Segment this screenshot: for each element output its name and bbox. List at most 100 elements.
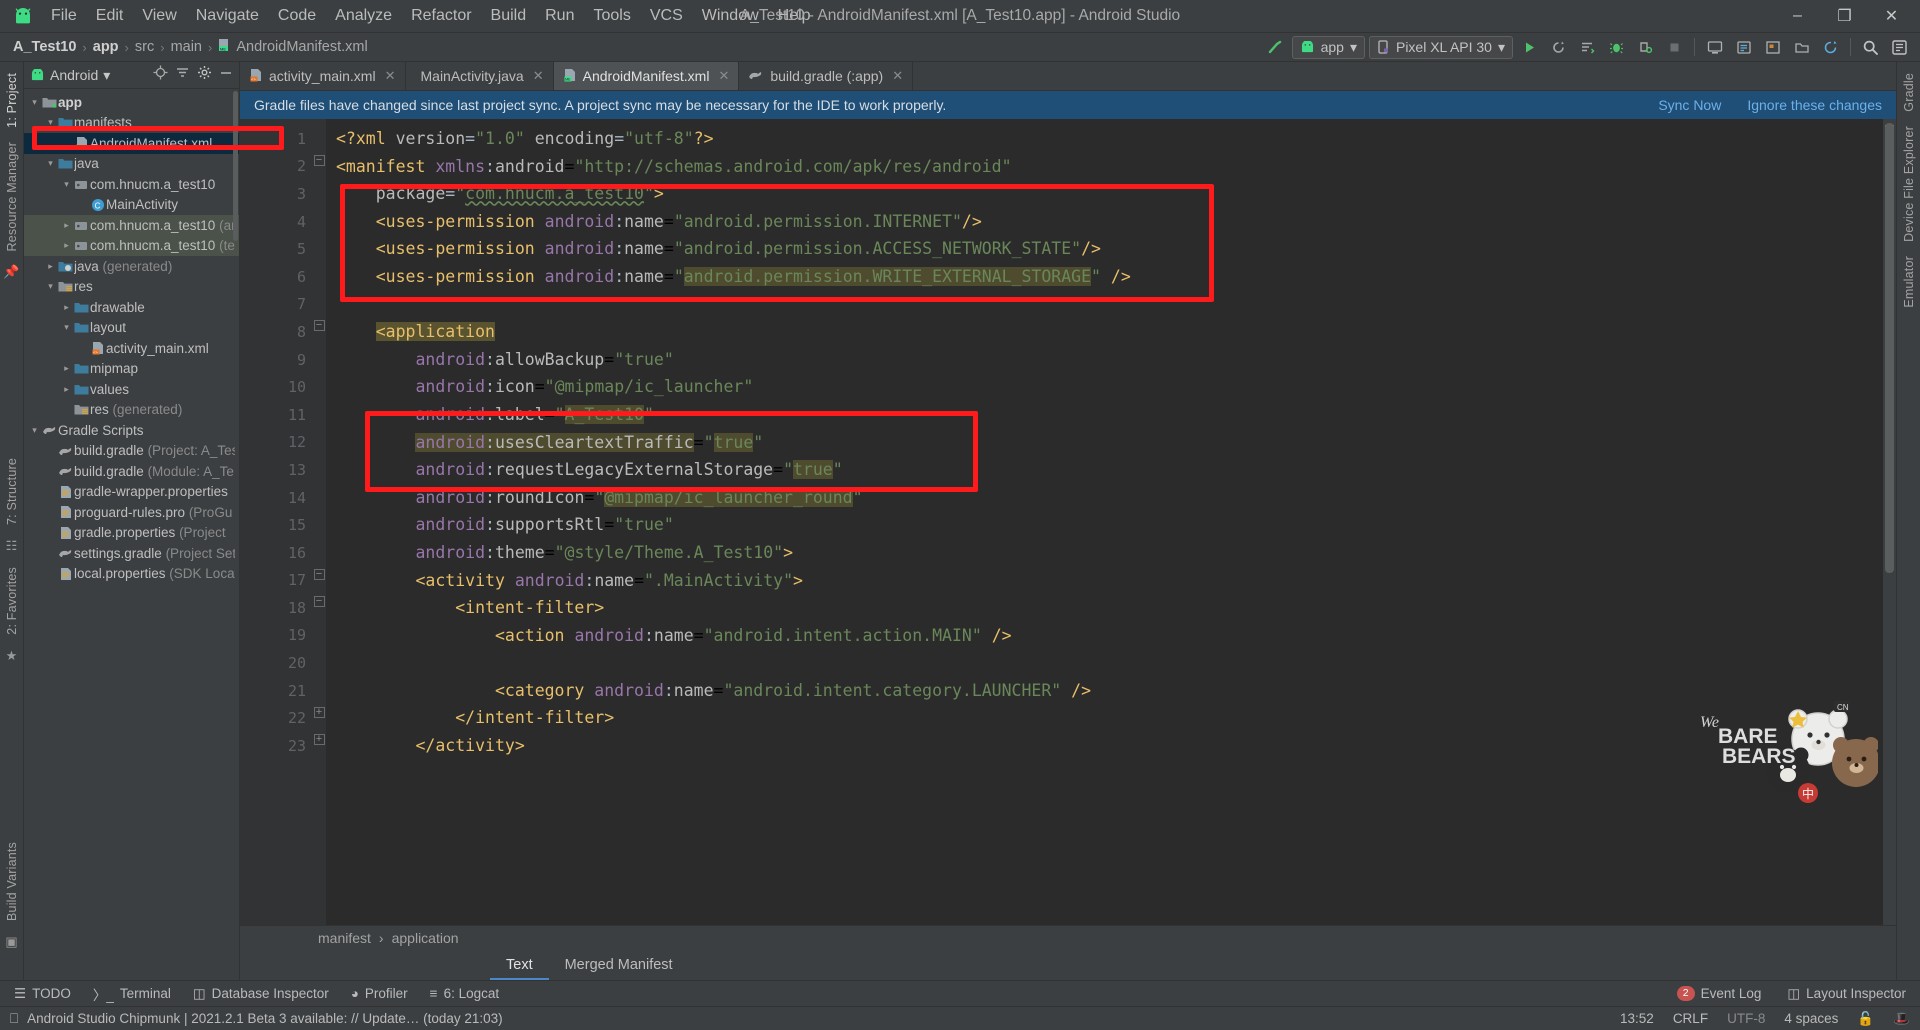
code-line[interactable]: <activity android:name=".MainActivity">	[326, 567, 1883, 595]
line-number[interactable]: 23	[240, 732, 312, 760]
tool-window-event-log[interactable]: 2 Event Log	[1676, 985, 1761, 1002]
fold-marker-slot[interactable]: −	[312, 147, 326, 175]
code-line[interactable]: android:usesCleartextTraffic="true"	[326, 429, 1883, 457]
fold-marker-slot[interactable]	[312, 616, 326, 644]
tree-item-com-hnucm-a-test10[interactable]: ▸ com.hnucm.a_test10 (te	[24, 235, 239, 256]
line-number[interactable]: 14	[240, 484, 332, 512]
fold-marker-slot[interactable]	[312, 174, 326, 202]
fold-marker-slot[interactable]	[312, 478, 326, 506]
tab-text[interactable]: Text	[490, 949, 549, 980]
code-line[interactable]: package="com.hnucm.a_test10">	[326, 180, 1883, 208]
code-line[interactable]: android:roundIcon="@mipmap/ic_launcher_r…	[326, 484, 1883, 512]
code-line[interactable]: <uses-permission android:name="android.p…	[326, 208, 1883, 236]
apply-changes-icon[interactable]	[1546, 36, 1571, 59]
fold-minus-icon[interactable]: −	[313, 568, 325, 580]
tree-item-manifests[interactable]: ▾ manifests	[24, 113, 239, 134]
line-number[interactable]: 6	[240, 263, 312, 291]
project-tree[interactable]: ▾ app ▾ manifests ME AndroidManifest.xml ▾ java…	[24, 89, 239, 980]
tree-item-proguard-rules-pro[interactable]: proguard-rules.pro (ProGu	[24, 502, 239, 523]
fold-marker-slot[interactable]: −	[312, 561, 326, 589]
tool-tab-build-variants[interactable]: Build Variants	[3, 835, 21, 928]
code-line[interactable]: android:allowBackup="true"	[326, 346, 1883, 374]
fold-marker-slot[interactable]	[312, 533, 326, 561]
tool-window-terminal[interactable]: 〉_ Terminal	[93, 984, 171, 1004]
breadcrumb-app[interactable]: app	[88, 37, 124, 57]
tree-item-java[interactable]: ▸ java (generated)	[24, 256, 239, 277]
fold-marker-slot[interactable]: +	[312, 726, 326, 754]
stop-icon[interactable]	[1662, 36, 1687, 59]
editor-mode-tabs[interactable]: Text Merged Manifest	[240, 949, 1896, 980]
breadcrumb-project[interactable]: A_Test10	[8, 37, 81, 57]
menu-build[interactable]: Build	[482, 4, 536, 28]
line-number[interactable]: 7	[240, 291, 312, 319]
tree-item-layout[interactable]: ▾ layout	[24, 318, 239, 339]
settings-icon[interactable]	[1887, 36, 1912, 59]
tree-expand-arrow[interactable]: ▸	[60, 384, 73, 395]
fold-marker-slot[interactable]	[312, 395, 326, 423]
editor-tab-build-gradle-app-[interactable]: build.gradle (:app) ✕	[739, 62, 914, 90]
fold-marker-slot[interactable]	[312, 450, 326, 478]
line-number[interactable]: 2	[240, 153, 312, 181]
line-number[interactable]: 8	[240, 318, 312, 346]
run-icon[interactable]	[1517, 36, 1542, 59]
line-number[interactable]: 22	[240, 704, 312, 732]
tree-item-mainactivity[interactable]: C MainActivity	[24, 195, 239, 216]
tree-item-gradle-properties[interactable]: gradle.properties (Project	[24, 523, 239, 544]
tree-expand-arrow[interactable]: ▸	[60, 363, 73, 374]
tool-tab-emulator[interactable]: Emulator	[1900, 249, 1918, 315]
unlocked-icon[interactable]: 🔓	[1857, 1011, 1874, 1027]
notification-icon[interactable]: ⎕	[10, 1011, 18, 1027]
close-icon[interactable]: ✕	[718, 68, 729, 84]
line-number[interactable]: 18	[240, 594, 312, 622]
code-content[interactable]: <?xml version="1.0" encoding="utf-8"?> <m…	[326, 119, 1883, 925]
fold-marker-slot[interactable]	[312, 202, 326, 230]
menu-file[interactable]: File	[42, 4, 86, 28]
menu-help[interactable]: Help	[769, 4, 820, 28]
line-number[interactable]: 11	[240, 401, 312, 429]
tool-tab-gradle[interactable]: Gradle	[1900, 66, 1918, 119]
menu-code[interactable]: Code	[269, 4, 325, 28]
editor-breadcrumb[interactable]: manifest › application	[240, 925, 1896, 949]
editor-breadcrumb-application[interactable]: application	[392, 930, 459, 946]
tree-item-values[interactable]: ▸ values	[24, 379, 239, 400]
tree-item-local-properties[interactable]: local.properties (SDK Locat	[24, 564, 239, 585]
line-number[interactable]: 13	[240, 456, 330, 484]
tree-expand-arrow[interactable]: ▸	[44, 261, 57, 272]
fold-marker-slot[interactable]	[312, 285, 326, 313]
tree-expand-arrow[interactable]: ▾	[60, 322, 73, 333]
code-line[interactable]: <action android:name="android.intent.act…	[326, 622, 1883, 650]
fold-marker-slot[interactable]: +	[312, 698, 326, 726]
fold-marker-slot[interactable]	[312, 229, 326, 257]
debug-icon[interactable]	[1604, 36, 1629, 59]
tree-item-build-gradle[interactable]: build.gradle (Module: A_Te	[24, 461, 239, 482]
code-line[interactable]: <uses-permission android:name="android.p…	[326, 235, 1883, 263]
code-line[interactable]: <manifest xmlns:android="http://schemas.…	[326, 153, 1883, 181]
editor-tab-mainactivity-java[interactable]: MainActivity.java ✕	[406, 62, 554, 90]
status-encoding[interactable]: UTF-8	[1727, 1011, 1765, 1026]
tree-expand-arrow[interactable]: ▸	[60, 302, 73, 313]
inspection-hat-icon[interactable]: 🎩	[1893, 1011, 1910, 1027]
avd-manager-icon[interactable]	[1702, 36, 1727, 59]
fold-marker-slot[interactable]	[312, 257, 326, 285]
tree-expand-arrow[interactable]: ▸	[60, 220, 73, 231]
tree-item-java[interactable]: ▾ java	[24, 154, 239, 175]
tool-tab-project[interactable]: 1: Project	[3, 66, 21, 135]
code-line[interactable]: </intent-filter>	[326, 704, 1883, 732]
editor-scrollbar-thumb[interactable]	[1885, 123, 1894, 573]
tree-expand-arrow[interactable]: ▾	[44, 281, 57, 292]
code-line[interactable]: android:label="A_Test10"	[326, 401, 1883, 429]
tree-expand-arrow[interactable]: ▾	[44, 117, 57, 128]
tool-window-layout-inspector[interactable]: ◫ Layout Inspector	[1787, 986, 1906, 1002]
tree-expand-arrow[interactable]: ▾	[28, 97, 41, 108]
fold-minus-icon[interactable]: −	[313, 596, 325, 608]
menu-bar[interactable]: File Edit View Navigate Code Analyze Ref…	[42, 4, 820, 28]
fold-marker-slot[interactable]	[312, 119, 326, 147]
line-number[interactable]: 4	[240, 208, 312, 236]
tree-expand-arrow[interactable]: ▾	[28, 425, 41, 436]
tree-item-app[interactable]: ▾ app	[24, 92, 239, 113]
code-line[interactable]: <?xml version="1.0" encoding="utf-8"?>	[326, 125, 1883, 153]
close-icon[interactable]: ✕	[892, 68, 903, 84]
locate-icon[interactable]	[153, 65, 168, 85]
fold-marker-slot[interactable]	[312, 340, 326, 368]
collapse-all-icon[interactable]	[175, 65, 190, 85]
